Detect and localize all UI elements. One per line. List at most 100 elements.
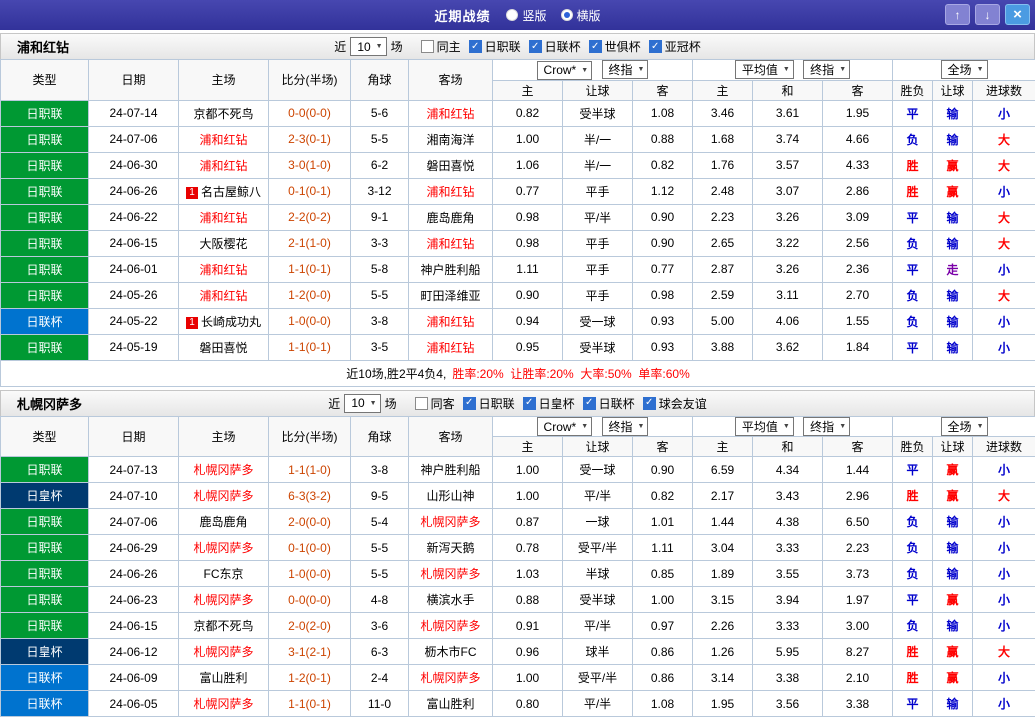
checkbox-icon[interactable] (421, 40, 434, 53)
asia-handicap: 半/一 (563, 152, 633, 178)
match-score: 1-0(0-0) (269, 308, 351, 334)
filter-checkbox-club-world-cup[interactable]: ✓世俱杯 (589, 38, 641, 55)
layout-radio-horizontal[interactable]: 横版 (561, 7, 601, 24)
result-outcome: 平 (893, 457, 933, 483)
checkbox-icon[interactable]: ✓ (529, 40, 542, 53)
average-odds-select[interactable]: 平均值▼ (735, 60, 794, 79)
filter-checkbox-same-away[interactable]: 同客 (415, 395, 455, 412)
euro-final-odds-select[interactable]: 终指▼ (803, 417, 850, 436)
match-date: 24-06-26 (89, 561, 179, 587)
filter-checkbox-j1-league[interactable]: ✓日职联 (469, 38, 521, 55)
asia-final-odds-select[interactable]: 终指▼ (602, 417, 649, 436)
filter-checkbox-same-home[interactable]: 同主 (421, 38, 461, 55)
euro-away-odds: 3.00 (823, 613, 893, 639)
match-score: 1-1(0-1) (269, 334, 351, 360)
bookmaker-select[interactable]: Crow* ▼ (537, 61, 593, 80)
layout-radio-vertical[interactable]: 竖版 (506, 7, 546, 24)
checkbox-icon[interactable]: ✓ (643, 397, 656, 410)
result-outcome: 平 (893, 587, 933, 613)
filter-checkbox-emperors-cup[interactable]: ✓日皇杯 (523, 395, 575, 412)
filter-bar: 近 10▼ 场 同客✓日职联✓日皇杯✓日联杯✓球会友谊 (1, 394, 1034, 413)
home-team: 大阪樱花 (179, 230, 269, 256)
result-handicap: 赢 (933, 639, 973, 665)
matches-table: 类型 日期 主场 比分(半场) 角球 客场 Crow*▼ 终指▼ 平均值▼ 终指… (0, 59, 1035, 387)
recent-count-select[interactable]: 10▼ (350, 37, 386, 56)
home-team: 1长崎成功丸 (179, 308, 269, 334)
bookmaker-value: Crow* (544, 63, 577, 77)
radio-icon[interactable] (506, 9, 518, 21)
col-header-outcome: 胜负 (893, 437, 933, 457)
chevron-down-icon: ▼ (581, 67, 588, 74)
filter-checkbox-acl[interactable]: ✓亚冠杯 (649, 38, 701, 55)
match-rows: 日职联24-07-13札幌冈萨多1-1(1-0)3-8神户胜利船1.00受一球0… (1, 457, 1035, 717)
match-row: 日职联24-06-15大阪樱花2-1(1-0)3-3浦和红钻0.98平手0.90… (1, 230, 1035, 256)
asia-away-odds: 0.97 (633, 613, 693, 639)
recent-count-select[interactable]: 10▼ (344, 394, 380, 413)
asia-handicap: 受平/半 (563, 665, 633, 691)
away-team: 富山胜利 (409, 691, 493, 717)
asia-handicap: 球半 (563, 639, 633, 665)
close-icon: × (1013, 6, 1022, 23)
close-button[interactable]: × (1005, 4, 1030, 25)
radio-icon[interactable] (561, 9, 573, 21)
match-row: 日职联24-06-22浦和红钻2-2(0-2)9-1鹿岛鹿角0.98平/半0.9… (1, 204, 1035, 230)
result-goals: 小 (973, 535, 1035, 561)
col-header-score: 比分(半场) (269, 416, 351, 457)
checkbox-icon[interactable]: ✓ (523, 397, 536, 410)
fulltime-value: 全场 (948, 418, 972, 435)
fulltime-select[interactable]: 全场▼ (941, 60, 988, 79)
checkbox-icon[interactable]: ✓ (469, 40, 482, 53)
fulltime-select[interactable]: 全场▼ (941, 417, 988, 436)
home-team: 札幌冈萨多 (179, 535, 269, 561)
checkbox-icon[interactable] (415, 397, 428, 410)
match-rows: 日职联24-07-14京都不死鸟0-0(0-0)5-6浦和红钻0.82受半球1.… (1, 100, 1035, 360)
asia-final-value: 终指 (609, 61, 633, 78)
result-handicap: 走 (933, 256, 973, 282)
result-handicap: 输 (933, 561, 973, 587)
move-down-button[interactable]: ↓ (975, 4, 1000, 25)
result-goals: 大 (973, 152, 1035, 178)
euro-final-value: 终指 (810, 418, 834, 435)
result-handicap: 赢 (933, 665, 973, 691)
match-type: 日职联 (1, 152, 89, 178)
col-header-date: 日期 (89, 416, 179, 457)
bookmaker-select[interactable]: Crow*▼ (537, 417, 593, 436)
filter-checkbox-club-friendly[interactable]: ✓球会友谊 (643, 395, 707, 412)
average-odds-select[interactable]: 平均值▼ (735, 417, 794, 436)
corner-score: 3-8 (351, 457, 409, 483)
match-date: 24-07-13 (89, 457, 179, 483)
filter-checkbox-league-cup[interactable]: ✓日联杯 (583, 395, 635, 412)
euro-odds-controls: 平均值▼ 终指▼ (693, 60, 893, 81)
col-header-type: 类型 (1, 416, 89, 457)
checkbox-icon[interactable]: ✓ (589, 40, 602, 53)
euro-away-odds: 2.36 (823, 256, 893, 282)
team-header: 浦和红钻 近 10▼ 场 同主✓日职联✓日联杯✓世俱杯✓亚冠杯 (0, 33, 1035, 59)
euro-final-odds-select[interactable]: 终指▼ (803, 60, 850, 79)
checkbox-icon[interactable]: ✓ (463, 397, 476, 410)
euro-home-odds: 2.65 (693, 230, 753, 256)
euro-home-odds: 3.15 (693, 587, 753, 613)
asia-final-odds-select[interactable]: 终指▼ (602, 60, 649, 79)
filter-checkbox-league-cup[interactable]: ✓日联杯 (529, 38, 581, 55)
col-header-outcome: 胜负 (893, 80, 933, 100)
asia-home-odds: 1.11 (493, 256, 563, 282)
result-goals: 小 (973, 100, 1035, 126)
move-up-button[interactable]: ↑ (945, 4, 970, 25)
asia-away-odds: 0.90 (633, 230, 693, 256)
checkbox-icon[interactable]: ✓ (649, 40, 662, 53)
euro-draw-odds: 3.74 (753, 126, 823, 152)
filter-checkbox-j1-league[interactable]: ✓日职联 (463, 395, 515, 412)
result-goals: 大 (973, 230, 1035, 256)
asia-home-odds: 1.00 (493, 457, 563, 483)
corner-score: 3-12 (351, 178, 409, 204)
result-handicap: 输 (933, 691, 973, 717)
asia-handicap: 平手 (563, 230, 633, 256)
average-value: 平均值 (742, 418, 778, 435)
team-section-sapporo: 札幌冈萨多 近 10▼ 场 同客✓日职联✓日皇杯✓日联杯✓球会友谊 类型 日期 … (0, 390, 1035, 717)
checkbox-icon[interactable]: ✓ (583, 397, 596, 410)
checkbox-label: 同客 (431, 395, 455, 412)
match-row: 日职联24-07-06鹿岛鹿角2-0(0-0)5-4札幌冈萨多0.87一球1.0… (1, 509, 1035, 535)
match-row: 日职联24-05-19磐田喜悦1-1(0-1)3-5浦和红钻0.95受半球0.9… (1, 334, 1035, 360)
euro-draw-odds: 3.11 (753, 282, 823, 308)
match-score: 2-1(1-0) (269, 230, 351, 256)
